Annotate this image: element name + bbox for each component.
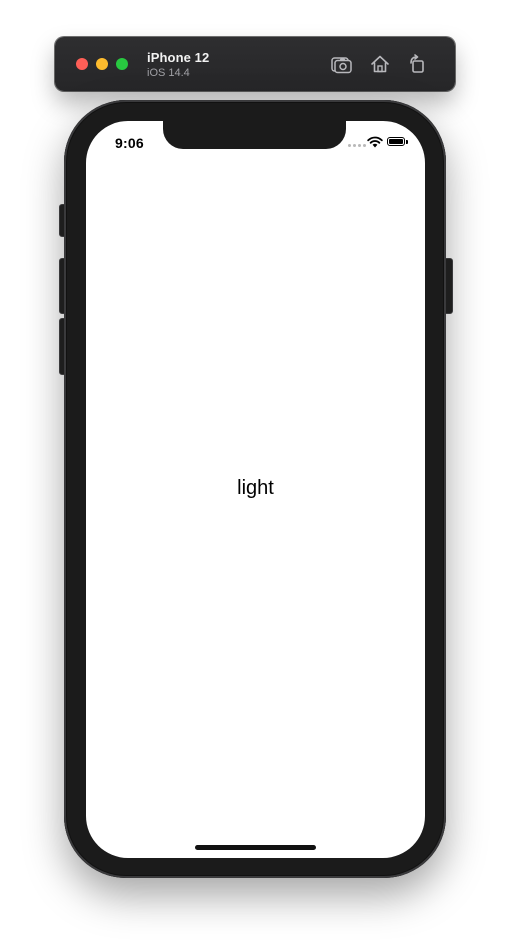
status-bar-time: 9:06 [115,135,144,151]
close-window-button[interactable] [76,58,88,70]
camera-icon [331,57,352,74]
rotate-button[interactable] [405,52,429,76]
power-button [445,258,453,314]
cellular-signal-icon [348,144,366,147]
simulator-toolbar: iPhone 12 iOS 14.4 [55,37,455,91]
battery-icon [387,137,408,147]
zoom-window-button[interactable] [116,58,128,70]
home-indicator[interactable] [195,845,316,850]
content-label: light [237,477,274,499]
minimize-window-button[interactable] [96,58,108,70]
home-button[interactable] [368,52,392,76]
screenshot-button[interactable] [330,52,354,76]
device-screen[interactable]: 9:06 light [86,121,425,858]
wifi-icon [367,136,383,148]
os-version: iOS 14.4 [147,67,190,79]
device-name: iPhone 12 [147,50,210,65]
notch [163,121,346,149]
simulator-stage: iPhone 12 iOS 14.4 9:06 light [0,0,510,952]
rotate-icon [410,54,424,73]
home-icon [371,55,389,73]
